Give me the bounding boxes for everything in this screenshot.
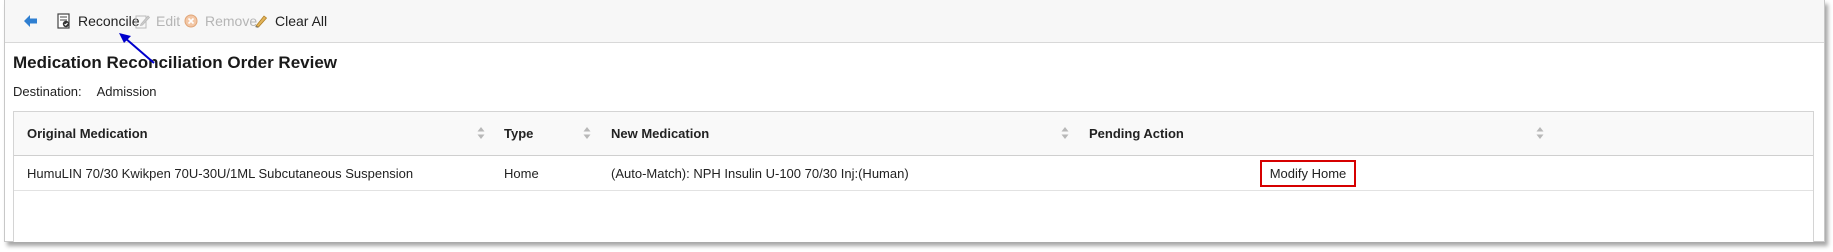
remove-button[interactable]: Remove — [183, 11, 257, 31]
table-row[interactable]: HumuLIN 70/30 Kwikpen 70U-30U/1ML Subcut… — [14, 156, 1813, 191]
clear-all-label: Clear All — [275, 13, 328, 29]
reconcile-icon — [56, 13, 72, 29]
destination-value: Admission — [96, 84, 157, 99]
reconcile-button[interactable]: Reconcile — [56, 11, 139, 31]
destination: Destination: Admission — [13, 84, 157, 99]
toolbar: Reconcile Edit Remove Clear All — [5, 0, 1824, 43]
edit-icon — [134, 13, 150, 29]
destination-label: Destination: — [13, 84, 82, 99]
edit-label: Edit — [156, 13, 181, 29]
eraser-icon — [253, 13, 269, 29]
app-window: Reconcile Edit Remove Clear All Medicati… — [4, 0, 1825, 242]
table-header: Original Medication Type New Medication … — [14, 112, 1813, 156]
cell-type: Home — [504, 165, 539, 181]
remove-label: Remove — [205, 13, 258, 29]
sort-icon[interactable] — [1061, 126, 1069, 140]
sort-icon[interactable] — [583, 126, 591, 140]
cell-original-medication: HumuLIN 70/30 Kwikpen 70U-30U/1ML Subcut… — [27, 165, 414, 181]
cell-new-medication: (Auto-Match): NPH Insulin U-100 70/30 In… — [611, 165, 909, 181]
back-arrow-icon — [23, 13, 39, 29]
header-type[interactable]: Type — [504, 112, 533, 155]
back-button[interactable] — [23, 11, 45, 31]
header-pending-action[interactable]: Pending Action — [1089, 112, 1184, 155]
sort-icon[interactable] — [1536, 126, 1544, 140]
reconcile-label: Reconcile — [78, 13, 140, 29]
remove-icon — [183, 13, 199, 29]
header-new-medication[interactable]: New Medication — [611, 112, 709, 155]
clear-all-button[interactable]: Clear All — [253, 11, 327, 31]
header-original-medication[interactable]: Original Medication — [27, 112, 148, 155]
edit-button[interactable]: Edit — [134, 11, 180, 31]
page-title: Medication Reconciliation Order Review — [13, 53, 338, 72]
cell-pending-action[interactable]: Modify Home — [1260, 160, 1356, 187]
sort-icon[interactable] — [477, 126, 485, 140]
order-review-table: Original Medication Type New Medication … — [13, 111, 1814, 242]
